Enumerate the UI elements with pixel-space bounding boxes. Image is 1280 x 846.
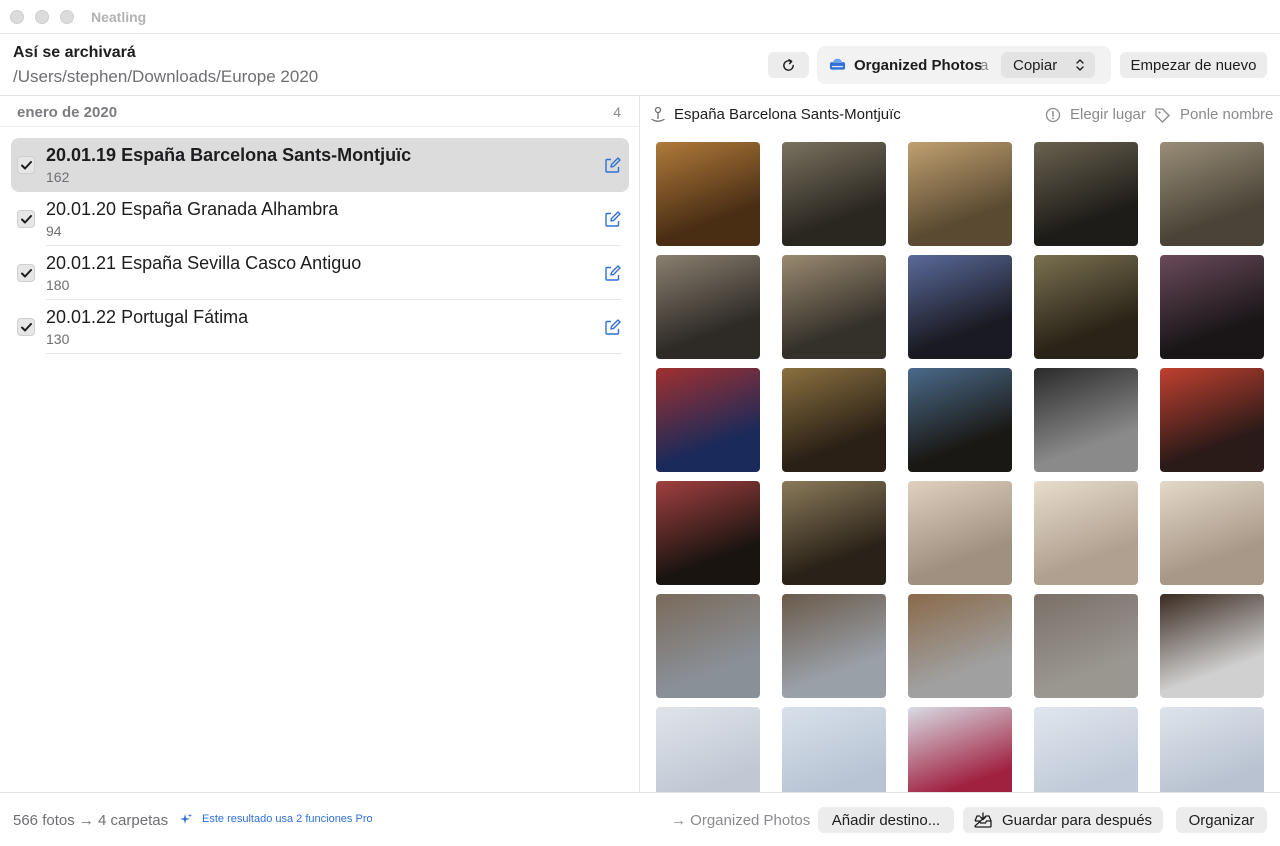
photo-thumbnail[interactable] xyxy=(908,255,1012,359)
photo-thumbnail[interactable] xyxy=(1034,481,1138,585)
month-section-count: 4 xyxy=(613,104,621,120)
photo-thumbnail[interactable] xyxy=(782,594,886,698)
photo-thumbnail[interactable] xyxy=(1034,594,1138,698)
organize-button[interactable]: Organizar xyxy=(1176,807,1267,833)
photo-thumbnail[interactable] xyxy=(656,368,760,472)
minimize-window-button[interactable] xyxy=(35,10,49,24)
destination-group: Organized Photos a Copiar xyxy=(817,46,1111,84)
folder-photo-count: 94 xyxy=(46,223,62,239)
close-window-button[interactable] xyxy=(10,10,24,24)
folder-row[interactable]: 20.01.19 España Barcelona Sants-Montjuïc… xyxy=(11,138,629,192)
photo-grid xyxy=(641,96,1280,792)
tray-download-icon xyxy=(974,812,992,828)
folder-checkbox[interactable] xyxy=(17,210,35,228)
row-separator xyxy=(46,353,621,354)
photo-thumbnail[interactable] xyxy=(908,707,1012,792)
title-bar: Neatling xyxy=(0,0,1280,34)
info-circle-icon xyxy=(1045,107,1061,123)
organize-summary: 566 fotos → 4 carpetas xyxy=(13,812,169,829)
photo-thumbnail[interactable] xyxy=(1034,142,1138,246)
folder-name: 20.01.19 España Barcelona Sants-Montjuïc xyxy=(46,145,412,165)
folder-photo-count: 130 xyxy=(46,331,70,347)
destination-connector: a xyxy=(980,57,989,74)
destination-name[interactable]: Organized Photos xyxy=(854,57,982,74)
tag-icon xyxy=(1155,108,1170,123)
folder-row[interactable]: 20.01.22 Portugal Fátima 130 xyxy=(11,300,629,354)
photo-thumbnail[interactable] xyxy=(1160,255,1264,359)
photo-thumbnail[interactable] xyxy=(1160,594,1264,698)
folder-checkbox[interactable] xyxy=(17,318,35,336)
photo-thumbnail[interactable] xyxy=(908,368,1012,472)
checkmark-icon xyxy=(20,214,32,223)
page-title: Así se archivará xyxy=(13,44,136,61)
photo-thumbnail[interactable] xyxy=(782,255,886,359)
add-destination-button[interactable]: Añadir destino... xyxy=(818,807,954,833)
photo-thumbnail[interactable] xyxy=(908,594,1012,698)
photo-thumbnail[interactable] xyxy=(1160,368,1264,472)
app-window: Neatling Así se archivará /Users/stephen… xyxy=(0,0,1280,846)
zoom-window-button[interactable] xyxy=(60,10,74,24)
location-pin-icon xyxy=(651,106,665,122)
save-for-later-label: Guardar para después xyxy=(1001,811,1153,829)
photo-preview-panel: España Barcelona Sants-Montjuïc Elegir l… xyxy=(641,96,1280,792)
photo-thumbnail[interactable] xyxy=(656,142,760,246)
checkmark-icon xyxy=(20,322,32,331)
folder-checkbox[interactable] xyxy=(17,156,35,174)
pro-features-link[interactable]: Este resultado usa 2 funciones Pro xyxy=(202,813,373,825)
header: Así se archivará /Users/stephen/Download… xyxy=(0,34,1280,96)
edit-icon[interactable] xyxy=(604,157,621,174)
folder-row[interactable]: 20.01.20 España Granada Alhambra 94 xyxy=(11,192,629,246)
photo-thumbnail[interactable] xyxy=(908,481,1012,585)
chevron-up-down-icon xyxy=(1076,59,1084,71)
cloud-drive-icon xyxy=(829,58,846,70)
folder-row[interactable]: 20.01.21 España Sevilla Casco Antiguo 18… xyxy=(11,246,629,300)
edit-icon[interactable] xyxy=(604,211,621,228)
sparkle-icon xyxy=(180,813,192,824)
photo-thumbnail[interactable] xyxy=(656,707,760,792)
photo-thumbnail[interactable] xyxy=(1034,255,1138,359)
month-section-title: enero de 2020 xyxy=(17,104,118,121)
photo-thumbnail[interactable] xyxy=(656,594,760,698)
photo-thumbnail[interactable] xyxy=(656,255,760,359)
source-path: /Users/stephen/Downloads/Europe 2020 xyxy=(13,67,319,86)
photo-thumbnail[interactable] xyxy=(782,481,886,585)
folder-name: 20.01.20 España Granada Alhambra xyxy=(46,199,339,219)
photo-thumbnail[interactable] xyxy=(656,481,760,585)
folder-name: 20.01.22 Portugal Fátima xyxy=(46,307,249,327)
transfer-mode-value: Copiar xyxy=(1013,56,1058,74)
photo-thumbnail[interactable] xyxy=(1034,707,1138,792)
photo-thumbnail[interactable] xyxy=(1160,707,1264,792)
folder-photo-count: 180 xyxy=(46,277,70,293)
photo-thumbnail[interactable] xyxy=(1034,368,1138,472)
choose-place-button[interactable]: Elegir lugar xyxy=(1070,106,1146,123)
start-over-button[interactable]: Empezar de nuevo xyxy=(1120,52,1267,78)
photo-thumbnail[interactable] xyxy=(782,368,886,472)
photo-thumbnail[interactable] xyxy=(1160,481,1264,585)
photo-thumbnail[interactable] xyxy=(1160,142,1264,246)
photo-thumbnail[interactable] xyxy=(782,142,886,246)
app-title: Neatling xyxy=(91,9,147,25)
save-for-later-button[interactable]: Guardar para después xyxy=(963,807,1163,833)
refresh-button[interactable] xyxy=(768,52,809,78)
destination-note: → Organized Photos xyxy=(671,812,811,829)
refresh-icon xyxy=(783,58,794,71)
preview-folder-title: España Barcelona Sants-Montjuïc xyxy=(674,106,901,123)
month-section-header: enero de 2020 4 xyxy=(0,96,640,127)
edit-icon[interactable] xyxy=(604,319,621,336)
folder-list-panel: enero de 2020 4 20.01.19 España Barcelon… xyxy=(0,96,640,792)
folder-photo-count: 162 xyxy=(46,169,70,185)
footer-bar: 566 fotos → 4 carpetas Este resultado us… xyxy=(0,792,1280,846)
checkmark-icon xyxy=(20,268,32,277)
folder-checkbox[interactable] xyxy=(17,264,35,282)
edit-icon[interactable] xyxy=(604,265,621,282)
transfer-mode-select[interactable]: Copiar xyxy=(1001,52,1095,78)
name-it-button[interactable]: Ponle nombre xyxy=(1180,106,1273,123)
folder-name: 20.01.21 España Sevilla Casco Antiguo xyxy=(46,253,362,273)
photo-thumbnail[interactable] xyxy=(782,707,886,792)
photo-thumbnail[interactable] xyxy=(908,142,1012,246)
preview-header: España Barcelona Sants-Montjuïc Elegir l… xyxy=(641,96,1280,134)
checkmark-icon xyxy=(20,160,32,169)
